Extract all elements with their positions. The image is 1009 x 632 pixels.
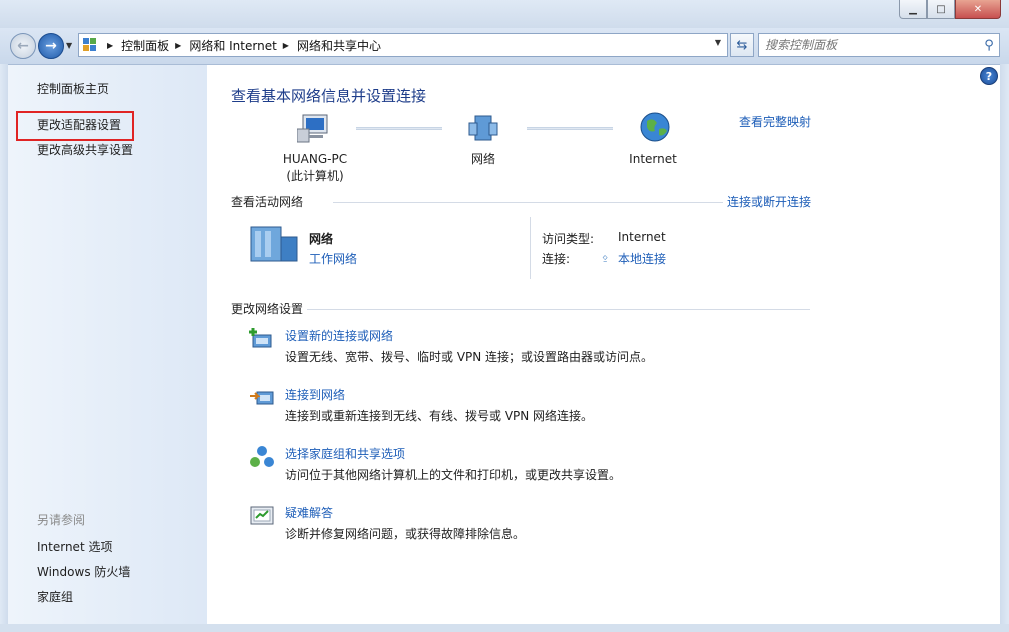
- navigation-bar: ← → ▼ ▶ 控制面板 ▶ 网络和 Internet ▶ 网络和共享中心 ▼ …: [0, 28, 1009, 65]
- back-arrow-icon: ←: [17, 38, 29, 54]
- sidebar-item-advanced-sharing[interactable]: 更改高级共享设置: [37, 141, 133, 158]
- network-node-label: 网络: [470, 152, 495, 166]
- troubleshoot-icon: [249, 504, 275, 528]
- sidebar-item-change-adapter-settings[interactable]: 更改适配器设置: [37, 116, 121, 133]
- forward-arrow-icon: →: [45, 38, 57, 54]
- task-description: 诊断并修复网络问题，或获得故障排除信息。: [285, 527, 526, 541]
- computer-icon: [296, 113, 331, 146]
- back-button[interactable]: ←: [10, 33, 36, 59]
- minimize-button[interactable]: ▁: [899, 0, 927, 19]
- task-description: 连接到或重新连接到无线、有线、拨号或 VPN 网络连接。: [285, 409, 594, 423]
- change-settings-heading: 更改网络设置: [231, 302, 304, 316]
- sidebar: 控制面板主页 更改适配器设置 更改高级共享设置 另请参阅 Internet 选项…: [8, 65, 207, 624]
- chevron-right-icon[interactable]: ▶: [175, 41, 181, 50]
- address-dropdown-icon[interactable]: ▼: [715, 38, 721, 47]
- local-connection-link[interactable]: 本地连接: [618, 250, 666, 267]
- task-title[interactable]: 连接到网络: [285, 386, 345, 403]
- internet-node-label: Internet: [629, 152, 677, 166]
- ethernet-icon: ⍚: [602, 249, 610, 263]
- task-title[interactable]: 选择家庭组和共享选项: [285, 445, 405, 462]
- computer-subtitle: (此计算机): [286, 169, 344, 183]
- control-panel-icon: [83, 38, 97, 52]
- main-content: ? 查看基本网络信息并设置连接 查看完整映射 HUANG-PC (此计算机) 网…: [207, 65, 1000, 624]
- help-icon[interactable]: ?: [980, 67, 998, 85]
- map-node-internet: Internet: [623, 151, 683, 168]
- access-type-value: Internet: [618, 230, 666, 244]
- task-title[interactable]: 疑难解答: [285, 504, 333, 521]
- page-title: 查看基本网络信息并设置连接: [231, 87, 427, 105]
- active-network-icon: [247, 223, 303, 268]
- network-type-link[interactable]: 工作网络: [309, 250, 357, 267]
- map-connector-line: [356, 127, 442, 130]
- window-frame-bottom: [0, 624, 1009, 632]
- title-bar: ▁ □ ✕: [0, 0, 1009, 29]
- refresh-button[interactable]: ⇆: [730, 33, 754, 57]
- forward-button[interactable]: →: [38, 33, 64, 59]
- search-icon[interactable]: ⚲: [979, 38, 999, 53]
- sidebar-item-windows-firewall[interactable]: Windows 防火墙: [37, 563, 130, 580]
- breadcrumb-control-panel[interactable]: 控制面板: [121, 37, 169, 54]
- map-node-network: 网络: [453, 151, 513, 168]
- sidebar-item-control-panel-home[interactable]: 控制面板主页: [37, 80, 109, 97]
- window-frame-right: [1000, 64, 1009, 632]
- refresh-icon: ⇆: [736, 37, 748, 53]
- see-also-heading: 另请参阅: [37, 513, 86, 527]
- active-networks-heading: 查看活动网络: [231, 195, 304, 209]
- chevron-right-icon[interactable]: ▶: [283, 41, 289, 50]
- search-input[interactable]: [759, 35, 979, 55]
- task-description: 设置无线、宽带、拨号、临时或 VPN 连接；或设置路由器或访问点。: [285, 350, 654, 364]
- breadcrumb-network-internet[interactable]: 网络和 Internet: [189, 37, 276, 54]
- active-network-name: 网络: [309, 232, 334, 246]
- section-divider: [307, 309, 810, 310]
- homegroup-icon: [249, 445, 275, 469]
- access-type-label: 访问类型:: [542, 232, 595, 246]
- search-box[interactable]: ⚲: [758, 33, 1000, 57]
- window-frame-left: [0, 64, 8, 632]
- internet-globe-icon: [639, 111, 671, 146]
- chevron-right-icon[interactable]: ▶: [107, 41, 113, 50]
- map-node-computer: HUANG-PC (此计算机): [275, 151, 355, 185]
- recent-pages-dropdown[interactable]: ▼: [66, 41, 72, 50]
- sidebar-item-homegroup[interactable]: 家庭组: [37, 588, 73, 605]
- window-controls: ▁ □ ✕: [899, 0, 1001, 19]
- connect-network-icon: [249, 386, 275, 410]
- address-bar[interactable]: ▶ 控制面板 ▶ 网络和 Internet ▶ 网络和共享中心 ▼: [78, 33, 728, 57]
- sidebar-item-internet-options[interactable]: Internet 选项: [37, 538, 112, 555]
- task-title[interactable]: 设置新的连接或网络: [285, 327, 393, 344]
- connect-disconnect-link[interactable]: 连接或断开连接: [727, 193, 811, 210]
- maximize-button[interactable]: □: [927, 0, 955, 19]
- vertical-divider: [530, 217, 531, 279]
- close-button[interactable]: ✕: [955, 0, 1001, 19]
- connection-label: 连接:: [542, 252, 571, 266]
- network-icon: [467, 113, 499, 146]
- breadcrumb-network-sharing-center[interactable]: 网络和共享中心: [297, 37, 381, 54]
- view-full-map-link[interactable]: 查看完整映射: [739, 113, 811, 130]
- map-connector-line: [527, 127, 613, 130]
- new-connection-icon: [249, 327, 275, 351]
- task-description: 访问位于其他网络计算机上的文件和打印机，或更改共享设置。: [285, 468, 622, 482]
- computer-name: HUANG-PC: [282, 152, 348, 166]
- section-divider: [333, 202, 723, 203]
